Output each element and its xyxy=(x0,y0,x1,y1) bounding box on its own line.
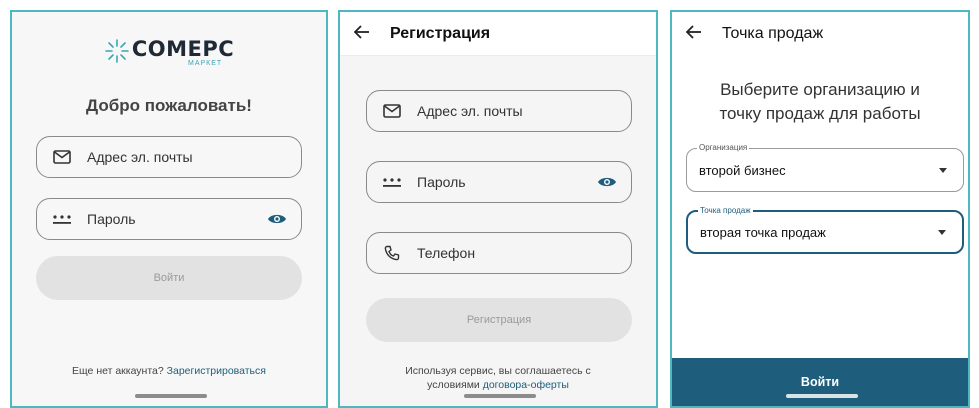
point-of-sale-screen: Точка продаж Выберите организацию и точк… xyxy=(670,10,970,408)
app-bar: Регистрация xyxy=(340,12,656,56)
logo: COMEPC xyxy=(12,38,326,64)
selection-heading: Выберите организацию и точку продаж для … xyxy=(672,78,968,126)
email-field[interactable]: Адрес эл. почты xyxy=(36,136,302,178)
organization-label: Организация xyxy=(697,142,750,154)
mail-icon xyxy=(51,146,73,168)
email-field[interactable]: Адрес эл. почты xyxy=(366,90,632,132)
home-indicator xyxy=(464,394,536,398)
no-account-text: Еще нет аккаунта? xyxy=(72,365,164,377)
eye-icon[interactable] xyxy=(595,170,619,194)
eye-icon[interactable] xyxy=(265,207,289,231)
app-bar: Точка продаж xyxy=(672,12,968,56)
logo-star-icon xyxy=(104,38,130,64)
organization-value: второй бизнес xyxy=(699,162,786,178)
password-placeholder: Пароль xyxy=(87,211,136,227)
terms-text: Используя сервис, вы соглашаетесь с усло… xyxy=(340,364,656,392)
register-prompt: Еще нет аккаунта? Зарегистрироваться xyxy=(12,364,326,378)
logo-subtitle: МАРКЕТ xyxy=(188,60,223,67)
dropdown-arrow-icon xyxy=(939,167,947,173)
login-screen: COMEPC МАРКЕТ Добро пожаловать! Адрес эл… xyxy=(10,10,328,408)
phone-field[interactable]: Телефон xyxy=(366,232,632,274)
point-of-sale-value: вторая точка продаж xyxy=(700,224,826,240)
back-arrow-icon[interactable] xyxy=(685,23,712,45)
phone-placeholder: Телефон xyxy=(417,245,476,261)
home-indicator xyxy=(135,394,207,398)
register-link[interactable]: Зарегистрироваться xyxy=(167,365,266,377)
password-dots-icon xyxy=(51,208,73,230)
home-indicator xyxy=(786,394,858,398)
heading-line-1: Выберите организацию и xyxy=(720,80,920,99)
terms-line-1: Используя сервис, вы соглашаетесь с xyxy=(405,365,591,377)
password-placeholder: Пароль xyxy=(417,174,466,190)
welcome-title: Добро пожаловать! xyxy=(86,96,252,115)
page-title: Регистрация xyxy=(390,24,491,42)
mail-icon xyxy=(381,100,403,122)
registration-screen: Регистрация Адрес эл. почты Пароль Телеф… xyxy=(338,10,658,408)
login-button[interactable]: Войти xyxy=(36,256,302,300)
email-placeholder: Адрес эл. почты xyxy=(417,103,523,119)
email-placeholder: Адрес эл. почты xyxy=(87,149,193,165)
logo-text: COMEPC xyxy=(131,37,235,61)
phone-icon xyxy=(381,242,403,264)
organization-select[interactable]: Организация второй бизнес xyxy=(686,142,964,192)
register-button[interactable]: Регистрация xyxy=(366,298,632,342)
dropdown-arrow-icon xyxy=(938,229,946,235)
terms-link[interactable]: договора-оферты xyxy=(483,379,569,391)
password-field[interactable]: Пароль xyxy=(366,161,632,203)
point-of-sale-select[interactable]: Точка продаж вторая точка продаж xyxy=(686,205,964,254)
page-title: Точка продаж xyxy=(722,25,824,42)
terms-prefix: условиями xyxy=(427,379,480,391)
heading-line-2: точку продаж для работы xyxy=(719,104,921,123)
password-dots-icon xyxy=(381,171,403,193)
terms-line-2: условиями договора-оферты xyxy=(340,378,656,392)
point-of-sale-label: Точка продаж xyxy=(698,205,753,217)
back-arrow-icon[interactable] xyxy=(353,23,380,45)
password-field[interactable]: Пароль xyxy=(36,198,302,240)
login-button[interactable]: Войти xyxy=(672,358,968,406)
